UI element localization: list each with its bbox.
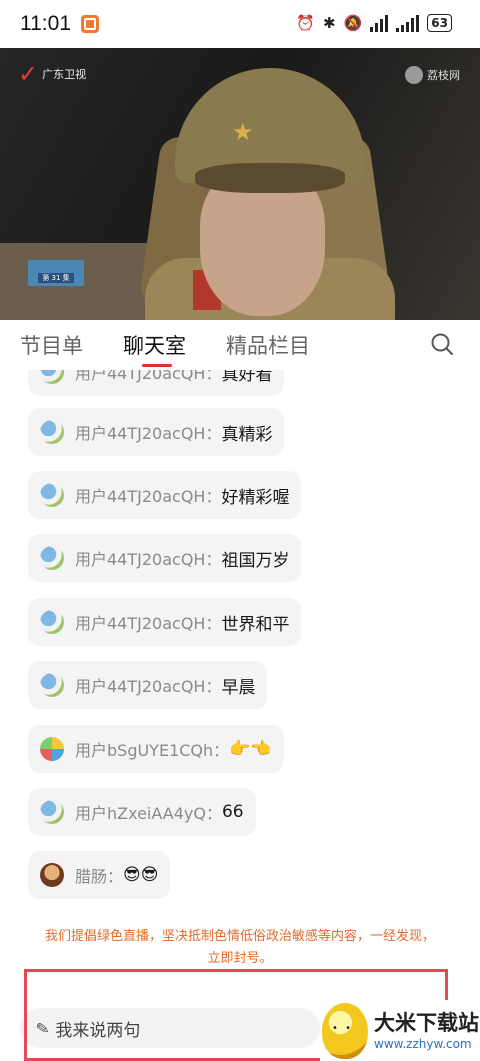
chat-input[interactable]: ✎ 我来说两句	[20, 1008, 320, 1048]
site-watermark-url: www.zzhyw.com	[374, 1036, 472, 1051]
chat-text: 😎😎	[123, 865, 159, 885]
chat-message: 用户bSgUYE1CQh： 👉👈	[28, 725, 284, 773]
battery-indicator: 63	[427, 14, 452, 32]
chat-input-placeholder: 我来说两句	[55, 1020, 141, 1041]
chat-text: 👉👈	[229, 739, 272, 759]
episode-badge: 第 31 集	[28, 260, 84, 286]
alarm-icon: ⏰	[296, 14, 316, 32]
user-avatar[interactable]	[40, 370, 64, 384]
chat-message: 用户hZxeiAA4yQ： 66	[28, 788, 256, 836]
video-player[interactable]: ★ ✓ 广东卫视 荔枝网 第 31 集	[0, 48, 480, 320]
user-avatar[interactable]	[40, 483, 64, 507]
chat-text: 真好看	[221, 370, 273, 385]
user-avatar[interactable]	[40, 737, 64, 761]
chat-username: 用户44TJ20acQH：	[75, 487, 222, 506]
user-avatar[interactable]	[40, 546, 64, 570]
active-tab-indicator	[142, 364, 172, 367]
user-avatar[interactable]	[40, 610, 64, 634]
watermark-text: 荔枝网	[427, 69, 460, 82]
chat-message: 用户44TJ20acQH： 祖国万岁	[28, 534, 302, 582]
status-bar: 11:01 ⏰ ✱ 🔕 63	[0, 0, 480, 48]
chat-username: 用户44TJ20acQH：	[75, 424, 222, 443]
chat-text: 早晨	[221, 677, 256, 698]
status-time: 11:01	[20, 12, 71, 35]
video-watermark: 荔枝网	[405, 66, 460, 84]
chat-username: 用户44TJ20acQH：	[75, 370, 222, 383]
site-watermark-title: 大米下载站	[374, 1010, 479, 1035]
chat-message: 用户44TJ20acQH： 早晨	[28, 661, 268, 709]
wifi-signal-icon	[396, 14, 420, 32]
channel-logo-icon: ✓	[18, 60, 39, 88]
tab-bar: 节目单 聊天室 精品栏目	[0, 320, 480, 370]
chat-message: 用户44TJ20acQH： 好精彩喔	[28, 471, 302, 519]
chat-text: 真精彩	[221, 424, 273, 445]
chat-message: 腊肠： 😎😎	[28, 851, 171, 899]
channel-logo-text: 广东卫视	[42, 68, 87, 81]
chat-message: 用户44TJ20acQH： 真精彩	[28, 408, 285, 456]
tab-program-guide[interactable]: 节目单	[20, 330, 83, 360]
watermark-icon	[405, 66, 423, 84]
user-avatar[interactable]	[40, 800, 64, 824]
chat-text: 祖国万岁	[221, 550, 290, 571]
chat-username: 腊肠：	[75, 867, 124, 886]
moderation-notice: 我们提倡绿色直播，坚决抵制色情低俗政治敏感等内容，一经发现，立即封号。	[44, 929, 435, 966]
chat-username: 用户44TJ20acQH：	[75, 677, 222, 696]
tab-featured-columns[interactable]: 精品栏目	[226, 330, 310, 360]
chat-username: 用户bSgUYE1CQh：	[75, 741, 230, 760]
pencil-icon: ✎	[34, 1017, 51, 1039]
video-visor	[195, 163, 345, 193]
search-icon[interactable]	[430, 332, 454, 356]
chat-username: 用户hZxeiAA4yQ：	[75, 804, 222, 823]
user-avatar[interactable]	[40, 420, 64, 444]
user-avatar[interactable]	[40, 863, 64, 887]
channel-logo: ✓ 广东卫视	[18, 62, 86, 86]
chat-username: 用户44TJ20acQH：	[75, 614, 222, 633]
star-icon: ★	[232, 118, 254, 146]
bluetooth-icon: ✱	[323, 14, 336, 32]
user-avatar[interactable]	[40, 673, 64, 697]
site-watermark: 大米下载站 www.zzhyw.com	[320, 1000, 480, 1061]
chat-text: 好精彩喔	[221, 487, 290, 508]
chat-text: 66	[221, 802, 244, 822]
tab-chat-room[interactable]: 聊天室	[123, 330, 186, 360]
chat-list[interactable]: 用户44TJ20acQH： 真好看 用户44TJ20acQH： 真精彩 用户44…	[0, 370, 480, 918]
chat-text: 世界和平	[221, 614, 290, 635]
status-icons: ⏰ ✱ 🔕 63	[296, 13, 452, 33]
app-notification-icon	[81, 15, 99, 33]
chat-message: 用户44TJ20acQH： 真好看	[28, 370, 285, 396]
signal-icon	[370, 14, 389, 32]
episode-label: 第 31 集	[38, 273, 74, 283]
chat-message: 用户44TJ20acQH： 世界和平	[28, 598, 302, 646]
egg-mascot-icon	[322, 1002, 368, 1059]
mute-icon: 🔕	[343, 14, 363, 32]
chat-username: 用户44TJ20acQH：	[75, 550, 222, 569]
